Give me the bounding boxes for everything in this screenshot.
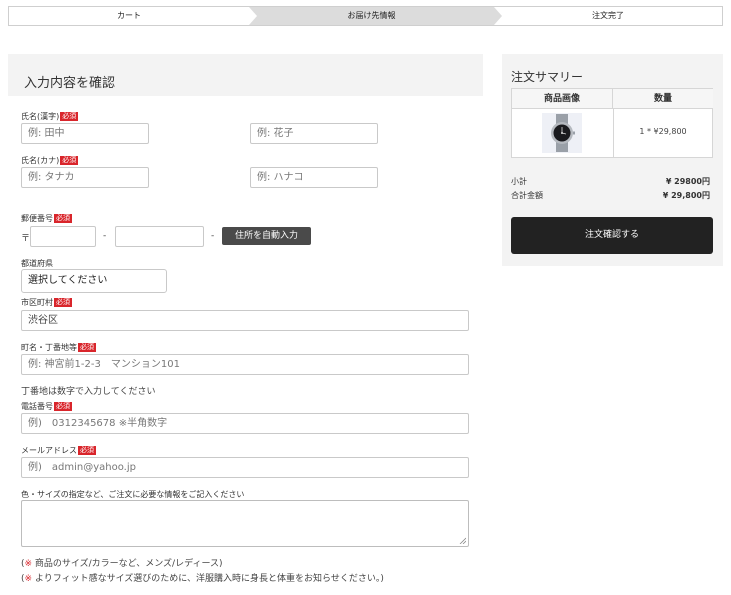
last-name-kana-input[interactable]: 例: タナカ: [21, 167, 149, 188]
postal-prefix: 〒: [21, 234, 31, 244]
column-header-quantity: 数量: [613, 89, 713, 109]
note-line-2: (※ よりフィット感なサイズ選びのために、洋服購入時に身長と体重をお知らせくださ…: [21, 574, 384, 584]
required-badge: 必須: [54, 298, 72, 307]
postal-code-label: 郵便番号 必須: [21, 214, 72, 223]
prefecture-select[interactable]: 選択してください: [21, 269, 167, 293]
required-badge: 必須: [78, 343, 96, 352]
notes-textarea[interactable]: [21, 500, 469, 547]
first-name-kana-input[interactable]: 例: ハナコ: [250, 167, 378, 188]
wristwatch-icon: [542, 113, 582, 153]
note-line-1: (※ 商品のサイズ/カラーなど、メンズ/レディース): [21, 559, 223, 569]
name-kanji-label: 氏名(漢字) 必須: [21, 112, 79, 121]
email-input[interactable]: 例) admin@yahoo.jp: [21, 457, 469, 478]
subtotal-value: ¥ 29800円: [665, 177, 710, 186]
order-summary-panel: 注文サマリー 商品画像 数量 1 * ¥29,800 小計 ¥ 29800円 合…: [502, 54, 723, 266]
last-name-input[interactable]: 例: 田中: [21, 123, 149, 144]
subtotal-row: 小計 ¥ 29800円: [511, 176, 710, 187]
page-title: 入力内容を確認: [24, 76, 116, 91]
summary-title: 注文サマリー: [511, 70, 584, 84]
city-label: 市区町村 必須: [21, 298, 72, 307]
checkout-steps: カート お届け先情報 注文完了: [8, 6, 723, 26]
street-input[interactable]: 例: 神宮前1-2-3 マンション101: [21, 354, 469, 375]
street-hint: 丁番地は数字で入力してください: [21, 387, 156, 397]
postal-dash: -: [103, 231, 107, 241]
required-badge: 必須: [54, 402, 72, 411]
form-header: 入力内容を確認: [8, 54, 483, 96]
total-label: 合計金額: [511, 191, 543, 200]
auto-address-button[interactable]: 住所を自動入力: [222, 227, 311, 245]
step-cart[interactable]: カート: [9, 7, 249, 25]
total-row: 合計金額 ¥ 29,800円: [511, 190, 710, 201]
postal-code-second-input[interactable]: [115, 226, 204, 247]
summary-table: 商品画像 数量 1 * ¥29,800: [511, 88, 713, 158]
required-badge: 必須: [78, 446, 96, 455]
postal-code-first-input[interactable]: [30, 226, 96, 247]
column-header-image: 商品画像: [512, 89, 613, 109]
step-arrow: [249, 7, 257, 25]
required-badge: 必須: [60, 112, 79, 121]
total-value: ¥ 29,800円: [662, 191, 710, 200]
step-shipping-info: お届け先情報: [249, 7, 494, 25]
postal-dash: -: [211, 231, 215, 241]
name-kana-label: 氏名(カナ) 必須: [21, 156, 79, 165]
note-mark: ※: [24, 574, 33, 584]
phone-input[interactable]: 例) 0312345678 ※半角数字: [21, 413, 469, 434]
confirm-order-button[interactable]: 注文確認する: [511, 217, 713, 254]
subtotal-label: 小計: [511, 177, 527, 186]
required-badge: 必須: [54, 214, 72, 223]
street-label: 町名・丁番地等 必須: [21, 343, 96, 352]
city-input[interactable]: 渋谷区: [21, 310, 469, 331]
required-badge: 必須: [60, 156, 79, 165]
notes-label: 色・サイズの指定など、ご注文に必要な情報をご記入ください: [21, 490, 245, 499]
prefecture-label: 都道府県: [21, 259, 53, 268]
item-quantity-price: 1 * ¥29,800: [639, 127, 687, 136]
resize-handle-icon[interactable]: [459, 537, 466, 544]
email-label: メールアドレス 必須: [21, 446, 96, 455]
step-order-complete: 注文完了: [592, 11, 624, 20]
note-mark: ※: [24, 559, 33, 569]
phone-label: 電話番号 必須: [21, 402, 72, 411]
first-name-input[interactable]: 例: 花子: [250, 123, 378, 144]
step-arrow: [494, 7, 502, 25]
